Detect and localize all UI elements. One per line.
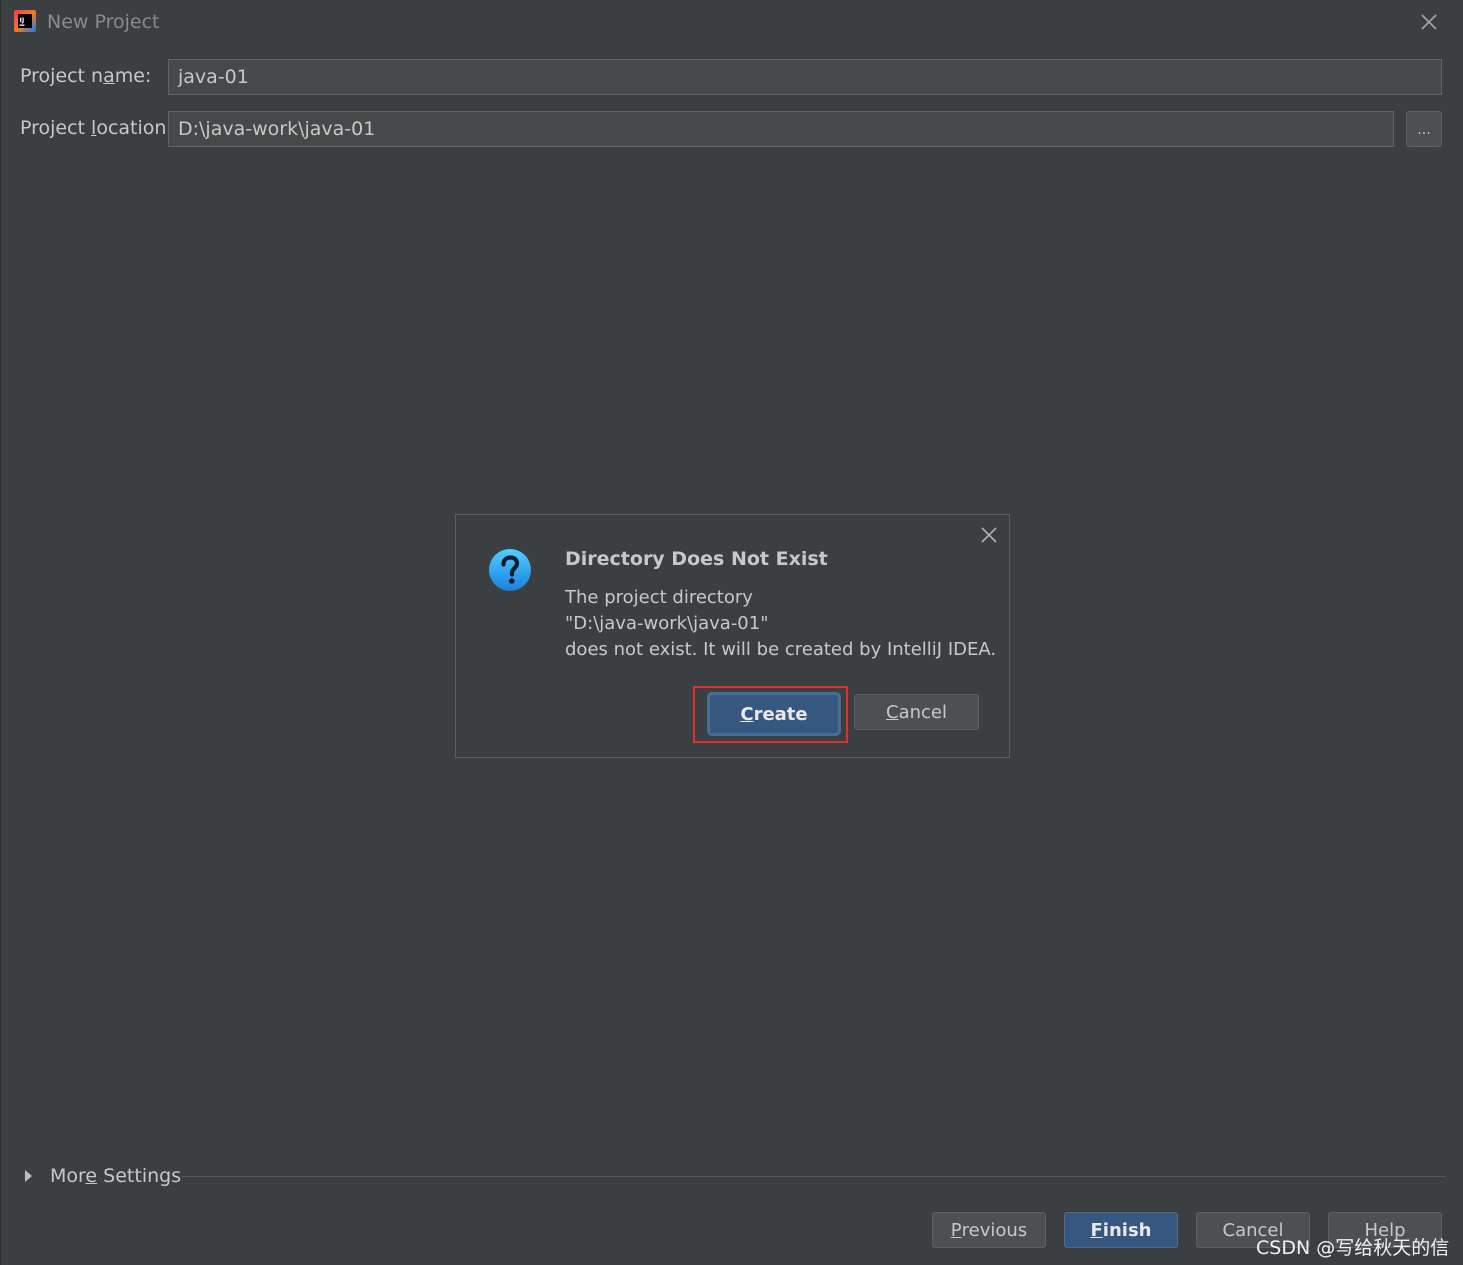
directory-not-exist-dialog: Directory Does Not Exist The project dir…: [455, 514, 1010, 758]
new-project-window: IJ New Project Project name: java-01 Pro…: [0, 0, 1463, 1265]
svg-text:IJ: IJ: [20, 16, 25, 24]
message-line: The project directory: [565, 587, 753, 608]
title-bar: IJ New Project: [1, 0, 1463, 44]
watermark-text: CSDN @写给秋天的信: [1256, 1237, 1450, 1259]
expand-arrow-icon: [25, 1170, 32, 1182]
previous-mnemonic: P: [950, 1219, 962, 1241]
finish-label: inish: [1102, 1219, 1152, 1241]
label-part: Settings: [97, 1165, 182, 1187]
project-name-label: Project name:: [20, 65, 151, 87]
create-label: reate: [753, 703, 808, 725]
label-part: Mor: [50, 1165, 86, 1187]
close-icon[interactable]: [1417, 10, 1441, 34]
label-mnemonic: a: [103, 65, 115, 87]
create-mnemonic: C: [740, 703, 754, 725]
divider: [181, 1176, 1446, 1177]
create-button[interactable]: Create: [709, 694, 839, 734]
previous-button[interactable]: Previous: [932, 1212, 1046, 1248]
finish-mnemonic: F: [1090, 1219, 1103, 1241]
label-mnemonic: e: [85, 1165, 98, 1187]
finish-button[interactable]: Finish: [1064, 1212, 1178, 1248]
project-name-value: java-01: [178, 66, 249, 88]
more-settings-toggle[interactable]: More Settings: [25, 1163, 181, 1189]
cancel-mnemonic: C: [886, 701, 899, 723]
dialog-title: Directory Does Not Exist: [565, 548, 828, 570]
project-location-label: Project location:: [20, 117, 173, 139]
label-part: Project: [20, 117, 92, 139]
message-path: "D:\java-work\java-01": [565, 613, 769, 634]
project-location-value: D:\java-work\java-01: [178, 118, 376, 140]
message-line: does not exist. It will be created by In…: [565, 639, 997, 660]
cancel-label: ancel: [898, 701, 947, 723]
browse-button[interactable]: ...: [1406, 111, 1442, 147]
project-location-input[interactable]: D:\java-work\java-01: [168, 111, 1394, 147]
dialog-cancel-button[interactable]: Cancel: [854, 694, 979, 730]
more-settings-label: More Settings: [50, 1165, 181, 1187]
question-icon: [489, 549, 531, 591]
label-part: Project n: [20, 65, 104, 87]
project-name-input[interactable]: java-01: [168, 59, 1442, 95]
dialog-close-icon[interactable]: [979, 525, 999, 545]
window-title: New Project: [47, 11, 160, 33]
label-part: ocation:: [96, 117, 173, 139]
intellij-idea-icon: IJ: [14, 10, 36, 32]
label-part: me:: [114, 65, 152, 87]
previous-label: revious: [961, 1219, 1028, 1241]
dialog-message: The project directory "D:\java-work\java…: [565, 585, 996, 663]
